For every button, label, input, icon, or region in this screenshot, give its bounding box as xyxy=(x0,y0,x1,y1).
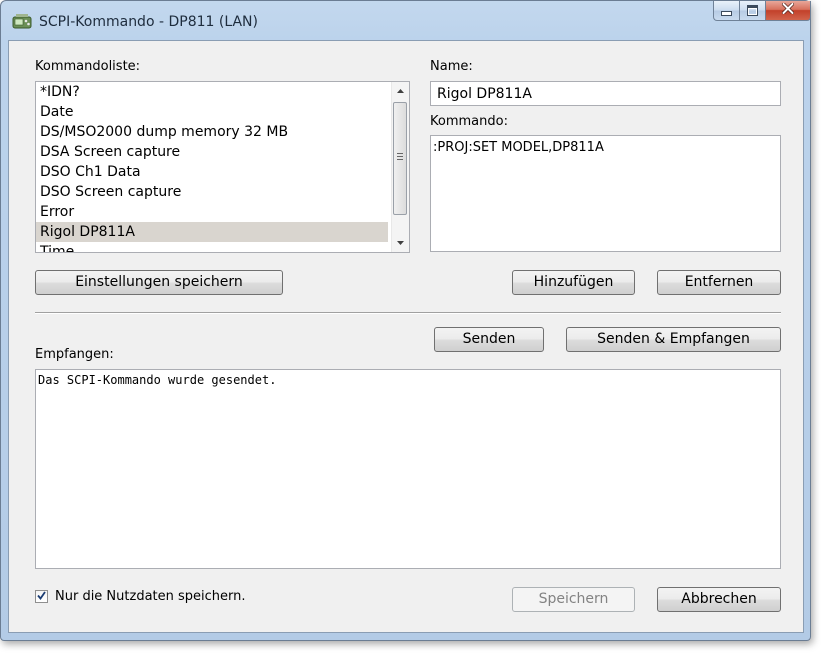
close-icon xyxy=(781,2,795,18)
payload-only-label[interactable]: Nur die Nutzdaten speichern. xyxy=(55,589,246,604)
command-list-item[interactable]: DSO Screen capture xyxy=(36,182,388,202)
command-list-item[interactable]: Error xyxy=(36,202,388,222)
command-list-item[interactable]: Rigol DP811A xyxy=(36,222,388,242)
section-divider xyxy=(35,312,781,314)
send-receive-button[interactable]: Senden & Empfangen xyxy=(566,327,781,352)
close-button[interactable] xyxy=(766,1,811,21)
command-list-item[interactable]: DSA Screen capture xyxy=(36,142,388,162)
maximize-button[interactable] xyxy=(740,1,766,21)
command-list-item[interactable]: Time xyxy=(36,242,388,252)
add-button[interactable]: Hinzufügen xyxy=(512,270,635,295)
send-button[interactable]: Senden xyxy=(434,327,544,352)
command-list-item[interactable]: *IDN? xyxy=(36,82,388,102)
dialog-client-area: Kommandoliste: *IDN? Date DS/MSO2000 dump … xyxy=(8,40,804,633)
command-list-item[interactable]: Date xyxy=(36,102,388,122)
command-list-item[interactable]: DSO Ch1 Data xyxy=(36,162,388,182)
command-field[interactable]: :PROJ:SET MODEL,DP811A xyxy=(430,135,781,252)
name-label: Name: xyxy=(430,59,473,74)
command-list-scrollbar[interactable] xyxy=(391,82,409,252)
minimize-button[interactable] xyxy=(713,1,740,21)
maximize-icon xyxy=(747,5,758,16)
received-output[interactable]: Das SCPI-Kommando wurde gesendet. xyxy=(35,369,781,569)
minimize-icon xyxy=(721,11,732,16)
name-field[interactable] xyxy=(430,81,781,106)
command-list[interactable]: *IDN? Date DS/MSO2000 dump memory 32 MB DSA… xyxy=(35,81,410,253)
checkmark-icon xyxy=(37,589,46,604)
window-title: SCPI-Kommando - DP811 (LAN) xyxy=(39,14,258,30)
command-list-item[interactable]: DS/MSO2000 dump memory 32 MB xyxy=(36,122,388,142)
command-label: Kommando: xyxy=(430,114,508,129)
scroll-thumb[interactable] xyxy=(393,102,407,215)
received-label: Empfangen: xyxy=(35,347,114,362)
save-settings-button[interactable]: Einstellungen speichern xyxy=(35,270,283,295)
command-list-label: Kommandoliste: xyxy=(35,59,141,74)
cancel-button[interactable]: Abbrechen xyxy=(657,587,781,612)
payload-only-checkbox[interactable] xyxy=(35,590,48,603)
dialog-window: SCPI-Kommando - DP811 (LAN) Kommandolist… xyxy=(0,0,811,641)
save-button[interactable]: Speichern xyxy=(512,587,635,612)
command-list-items: *IDN? Date DS/MSO2000 dump memory 32 MB DSA… xyxy=(36,82,388,252)
scroll-up-arrow-icon[interactable] xyxy=(392,82,409,99)
title-bar[interactable]: SCPI-Kommando - DP811 (LAN) xyxy=(1,1,811,41)
scroll-down-arrow-icon[interactable] xyxy=(392,234,409,251)
instrument-icon xyxy=(12,12,32,32)
remove-button[interactable]: Entfernen xyxy=(657,270,781,295)
